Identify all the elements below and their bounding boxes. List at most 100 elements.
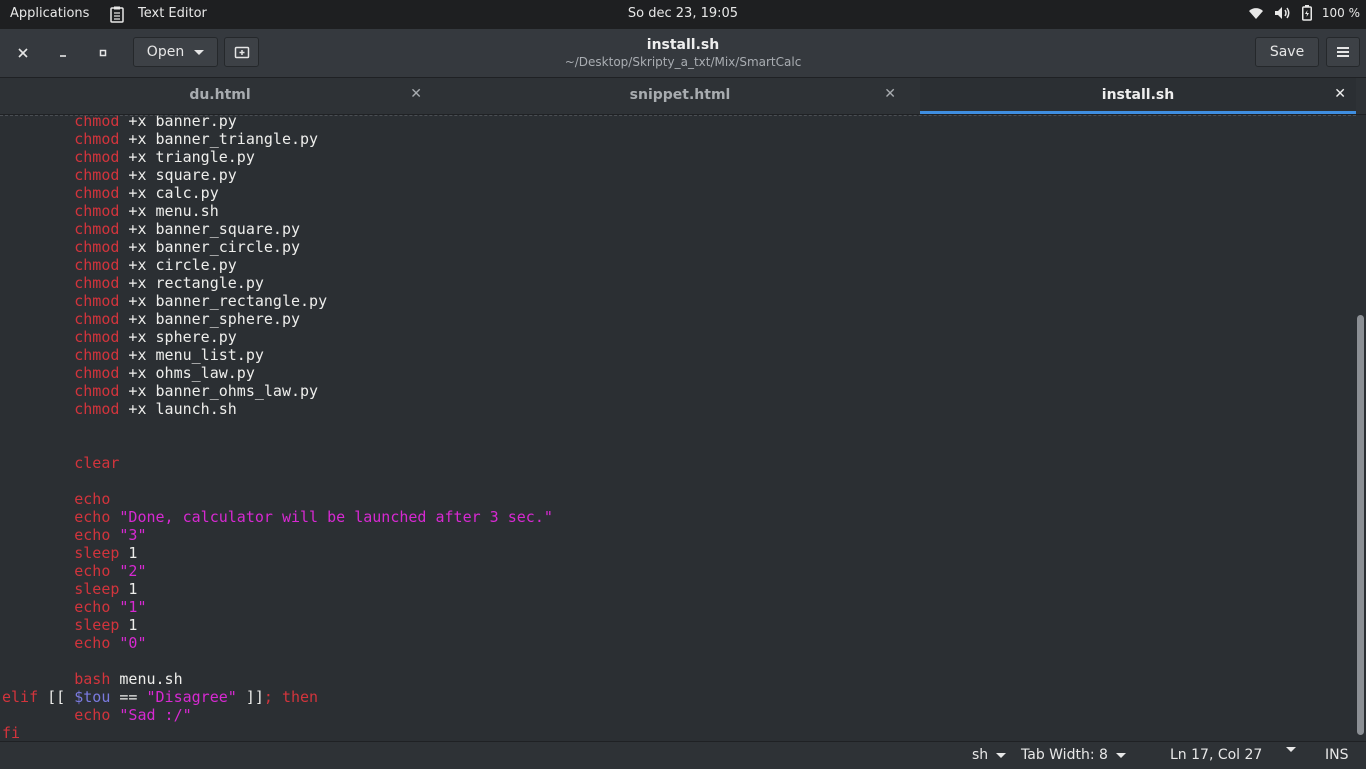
code-line[interactable]: chmod +x banner_circle.py — [2, 238, 553, 256]
language-label: sh — [972, 747, 989, 763]
code-token: chmod — [74, 238, 120, 256]
save-button[interactable]: Save — [1255, 37, 1319, 67]
code-line[interactable]: chmod +x ohms_law.py — [2, 364, 553, 382]
code-token: clear — [74, 454, 120, 472]
code-token: sleep — [74, 544, 120, 562]
code-token: $tou — [74, 688, 111, 706]
code-token: chmod — [74, 130, 120, 148]
code-line[interactable]: echo "1" — [2, 598, 553, 616]
code-line[interactable]: chmod +x menu.sh — [2, 202, 553, 220]
code-line[interactable]: bash menu.sh — [2, 670, 553, 688]
code-line[interactable]: chmod +x rectangle.py — [2, 274, 553, 292]
code-line[interactable]: chmod +x triangle.py — [2, 148, 553, 166]
code-line[interactable]: clear — [2, 454, 553, 472]
code-token: chmod — [74, 166, 120, 184]
code-line[interactable]: chmod +x banner_square.py — [2, 220, 553, 238]
code-token: ]] — [236, 688, 264, 706]
code-line[interactable]: chmod +x circle.py — [2, 256, 553, 274]
code-line[interactable] — [2, 418, 553, 436]
code-line[interactable] — [2, 652, 553, 670]
code-line[interactable]: chmod +x banner_rectangle.py — [2, 292, 553, 310]
language-selector[interactable]: sh — [972, 747, 1007, 763]
scrollbar-thumb[interactable] — [1357, 315, 1364, 735]
code-line[interactable]: chmod +x banner_triangle.py — [2, 130, 553, 148]
code-line[interactable]: echo "3" — [2, 526, 553, 544]
code-line[interactable]: chmod +x banner.py — [2, 115, 553, 130]
tab-width-selector[interactable]: Tab Width: 8 — [1021, 747, 1126, 763]
code-token: chmod — [74, 328, 120, 346]
code-token: chmod — [74, 256, 120, 274]
code-line[interactable]: fi — [2, 724, 553, 741]
tab-snippet-html[interactable]: snippet.html ✕ — [440, 78, 920, 114]
code-line[interactable]: echo "2" — [2, 562, 553, 580]
code-token: chmod — [74, 382, 120, 400]
code-token: +x ohms_law.py — [119, 364, 255, 382]
code-token: == — [110, 688, 147, 706]
tab-close-icon[interactable]: ✕ — [884, 86, 896, 102]
tab-width-label: Tab Width: 8 — [1021, 747, 1108, 763]
tab-du-html[interactable]: du.html ✕ — [0, 78, 440, 114]
code-line[interactable]: chmod +x banner_ohms_law.py — [2, 382, 553, 400]
vertical-scrollbar[interactable] — [1356, 115, 1366, 741]
cursor-position-menu[interactable] — [1286, 747, 1296, 752]
code-editor[interactable]: chmod +x banner.py chmod +x banner_trian… — [0, 115, 1356, 741]
code-line[interactable]: chmod +x menu_list.py — [2, 346, 553, 364]
tab-close-icon[interactable]: ✕ — [410, 86, 422, 102]
code-line[interactable]: chmod +x square.py — [2, 166, 553, 184]
tab-install-sh[interactable]: install.sh ✕ — [920, 78, 1356, 114]
tab-label: snippet.html — [629, 87, 731, 103]
code-line[interactable]: sleep 1 — [2, 580, 553, 598]
code-token: "3" — [119, 526, 147, 544]
chevron-down-icon — [996, 752, 1007, 758]
code-line[interactable] — [2, 436, 553, 454]
code-line[interactable]: chmod +x sphere.py — [2, 328, 553, 346]
code-token: +x banner.py — [119, 115, 237, 130]
code-line[interactable]: chmod +x launch.sh — [2, 400, 553, 418]
battery-icon — [1301, 5, 1312, 21]
code-line[interactable]: chmod +x calc.py — [2, 184, 553, 202]
code-line[interactable]: sleep 1 — [2, 544, 553, 562]
code-token: +x circle.py — [119, 256, 237, 274]
code-token: "2" — [119, 562, 147, 580]
code-line[interactable]: chmod +x banner_sphere.py — [2, 310, 553, 328]
code-token: echo — [74, 508, 111, 526]
code-content[interactable]: chmod +x banner.py chmod +x banner_trian… — [2, 115, 553, 741]
clock[interactable]: So dec 23, 19:05 — [0, 6, 1366, 21]
code-token: 1 — [119, 616, 138, 634]
code-line[interactable]: echo "Done, calculator will be launched … — [2, 508, 553, 526]
tab-close-icon[interactable]: ✕ — [1334, 86, 1346, 102]
code-token: "Sad :/" — [119, 706, 192, 724]
cursor-position[interactable]: Ln 17, Col 27 — [1170, 747, 1262, 763]
code-line[interactable]: echo "0" — [2, 634, 553, 652]
hamburger-menu-button[interactable] — [1326, 37, 1360, 67]
code-token: "Disagree" — [146, 688, 237, 706]
code-token: +x triangle.py — [119, 148, 255, 166]
code-token: chmod — [74, 346, 120, 364]
code-line[interactable]: echo "Sad :/" — [2, 706, 553, 724]
code-line[interactable]: elif [[ $tou == "Disagree" ]]; then — [2, 688, 553, 706]
code-token: +x menu.sh — [119, 202, 219, 220]
code-line[interactable]: echo — [2, 490, 553, 508]
code-token: +x banner_square.py — [119, 220, 301, 238]
battery-percentage: 100 % — [1321, 6, 1360, 20]
code-token: chmod — [74, 400, 120, 418]
code-token: +x square.py — [119, 166, 237, 184]
status-bar: sh Tab Width: 8 Ln 17, Col 27 INS — [0, 741, 1366, 769]
document-tabs: du.html ✕ snippet.html ✕ install.sh ✕ — [0, 78, 1366, 115]
code-token: chmod — [74, 274, 120, 292]
insert-mode[interactable]: INS — [1325, 747, 1349, 763]
code-line[interactable] — [2, 472, 553, 490]
code-line[interactable]: sleep 1 — [2, 616, 553, 634]
code-token: elif — [2, 688, 39, 706]
system-tray[interactable]: 100 % — [1248, 5, 1360, 21]
